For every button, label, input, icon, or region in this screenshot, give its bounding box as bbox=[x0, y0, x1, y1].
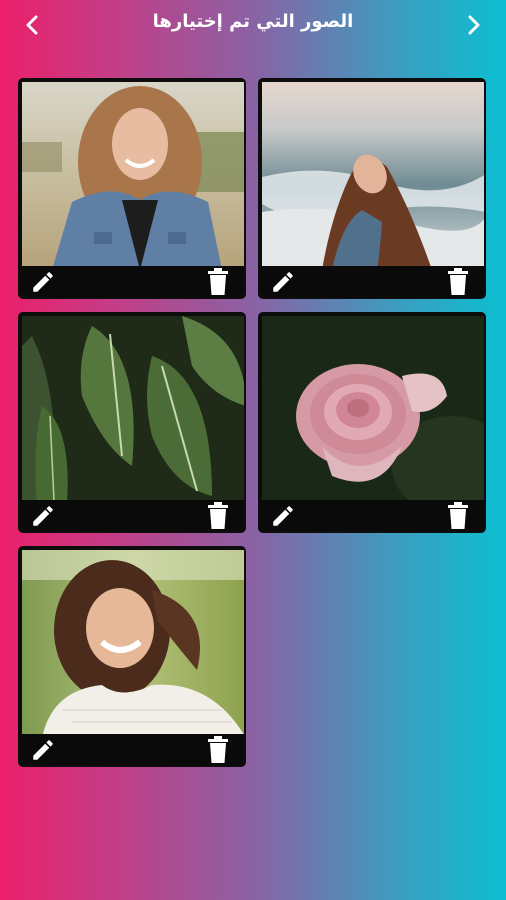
photo-actions bbox=[20, 734, 244, 765]
photo-card bbox=[258, 312, 486, 533]
pencil-icon bbox=[33, 272, 53, 292]
trash-icon bbox=[448, 502, 468, 529]
trash-icon bbox=[208, 502, 228, 529]
photo-card bbox=[18, 312, 246, 533]
pencil-icon bbox=[273, 272, 293, 292]
trash-icon bbox=[208, 736, 228, 763]
delete-button[interactable] bbox=[446, 502, 470, 529]
pencil-icon bbox=[33, 506, 53, 526]
photo-thumbnail[interactable] bbox=[262, 316, 484, 504]
photo-leaves bbox=[22, 316, 244, 504]
photo-card bbox=[18, 78, 246, 299]
edit-button[interactable] bbox=[270, 269, 296, 295]
photo-thumbnail[interactable] bbox=[22, 82, 244, 270]
photo-actions bbox=[260, 500, 484, 531]
edit-button[interactable] bbox=[270, 503, 296, 529]
page-title: الصور التي تم إختيارها bbox=[152, 11, 354, 32]
photo-woman-denim bbox=[22, 82, 244, 270]
photo-thumbnail[interactable] bbox=[22, 550, 244, 738]
photo-actions bbox=[20, 500, 244, 531]
photo-card bbox=[18, 546, 246, 767]
delete-button[interactable] bbox=[206, 736, 230, 763]
photo-thumbnail[interactable] bbox=[262, 82, 484, 270]
photo-actions bbox=[260, 266, 484, 297]
forward-button[interactable] bbox=[458, 10, 490, 40]
delete-button[interactable] bbox=[446, 268, 470, 295]
trash-icon bbox=[208, 268, 228, 295]
trash-icon bbox=[448, 268, 468, 295]
photo-card bbox=[258, 78, 486, 299]
photo-rose bbox=[262, 316, 484, 504]
delete-button[interactable] bbox=[206, 502, 230, 529]
photo-woman-beach bbox=[262, 82, 484, 270]
top-bar: الصور التي تم إختيارها bbox=[0, 0, 506, 52]
pencil-icon bbox=[273, 506, 293, 526]
photo-thumbnail[interactable] bbox=[22, 316, 244, 504]
edit-button[interactable] bbox=[30, 269, 56, 295]
photo-actions bbox=[20, 266, 244, 297]
edit-button[interactable] bbox=[30, 737, 56, 763]
pencil-icon bbox=[33, 740, 53, 760]
edit-button[interactable] bbox=[30, 503, 56, 529]
photo-laughing-woman bbox=[22, 550, 244, 738]
delete-button[interactable] bbox=[206, 268, 230, 295]
chevron-right-icon bbox=[468, 15, 480, 35]
